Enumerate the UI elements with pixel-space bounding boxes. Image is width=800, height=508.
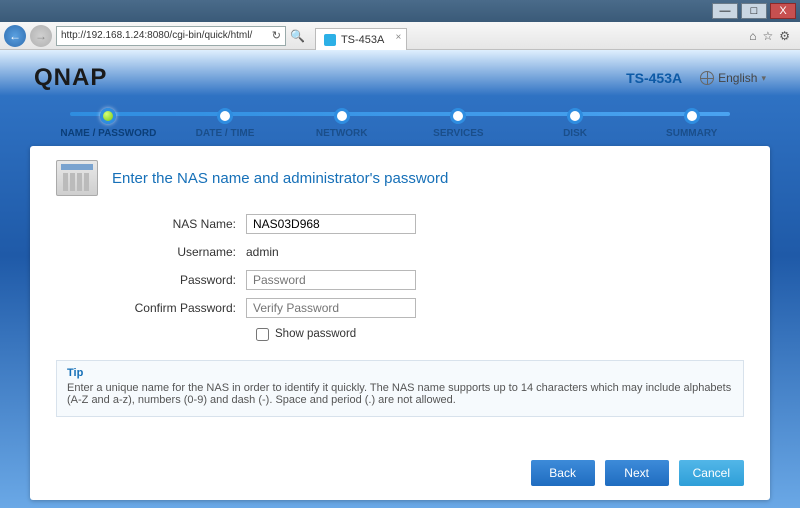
tip-heading: Tip <box>67 367 733 379</box>
step-dot-icon <box>100 108 116 124</box>
wizard-card: Enter the NAS name and administrator's p… <box>30 146 770 500</box>
nas-name-input[interactable] <box>246 214 416 234</box>
step-disk[interactable]: DISK <box>517 108 634 139</box>
show-password-label: Show password <box>275 328 356 340</box>
tip-box: Tip Enter a unique name for the NAS in o… <box>56 360 744 417</box>
language-selector[interactable]: English ▾ <box>700 71 766 85</box>
tip-body: Enter a unique name for the NAS in order… <box>67 382 731 406</box>
card-title: Enter the NAS name and administrator's p… <box>112 170 448 187</box>
step-label: NETWORK <box>283 128 400 139</box>
step-network[interactable]: NETWORK <box>283 108 400 139</box>
chevron-down-icon: ▾ <box>761 73 766 84</box>
wizard-button-row: Back Next Cancel <box>531 460 744 486</box>
username-label: Username: <box>126 245 246 259</box>
home-icon[interactable]: ⌂ <box>749 29 756 43</box>
confirm-password-label: Confirm Password: <box>126 301 246 315</box>
step-date-time[interactable]: DATE / TIME <box>167 108 284 139</box>
settings-gear-icon[interactable]: ⚙ <box>779 29 790 43</box>
brand-logo: QNAP <box>34 64 107 92</box>
step-label: DISK <box>517 128 634 139</box>
step-label: DATE / TIME <box>167 128 284 139</box>
nav-back-button[interactable]: ← <box>4 25 26 47</box>
step-label: SERVICES <box>400 128 517 139</box>
browser-toolbar: ← → http://192.168.1.24:8080/cgi-bin/qui… <box>0 22 800 50</box>
model-label: TS-453A <box>626 70 682 86</box>
step-label: NAME / PASSWORD <box>50 128 167 139</box>
step-services[interactable]: SERVICES <box>400 108 517 139</box>
favicon-icon <box>324 34 336 46</box>
favorites-icon[interactable]: ☆ <box>762 29 773 43</box>
browser-right-tools: ⌂ ☆ ⚙ <box>749 29 796 43</box>
window-minimize-button[interactable]: — <box>712 3 738 19</box>
window-titlebar: — □ X <box>0 0 800 22</box>
tab-close-icon[interactable]: × <box>396 32 402 43</box>
cancel-button[interactable]: Cancel <box>679 460 744 486</box>
url-text: http://192.168.1.24:8080/cgi-bin/quick/h… <box>61 30 252 41</box>
browser-tab[interactable]: TS-453A × <box>315 28 407 50</box>
password-label: Password: <box>126 273 246 287</box>
step-summary[interactable]: SUMMARY <box>633 108 750 139</box>
search-icon[interactable]: 🔍 <box>290 29 305 43</box>
page-header: QNAP TS-453A English ▾ <box>30 56 770 100</box>
next-button[interactable]: Next <box>605 460 669 486</box>
nas-name-label: NAS Name: <box>126 217 246 231</box>
nas-device-icon <box>56 160 98 196</box>
password-input[interactable] <box>246 270 416 290</box>
card-header: Enter the NAS name and administrator's p… <box>56 160 744 196</box>
username-value: admin <box>246 245 279 259</box>
window-maximize-button[interactable]: □ <box>741 3 767 19</box>
wizard-stepper: NAME / PASSWORD DATE / TIME NETWORK SERV… <box>30 100 770 146</box>
step-dot-icon <box>334 108 350 124</box>
setup-form: NAS Name: Username: admin Password: Conf… <box>126 210 744 346</box>
step-label: SUMMARY <box>633 128 750 139</box>
language-label: English <box>718 71 757 85</box>
tab-strip: TS-453A × <box>309 22 745 50</box>
back-button[interactable]: Back <box>531 460 595 486</box>
step-dot-icon <box>684 108 700 124</box>
show-password-checkbox[interactable] <box>256 328 269 341</box>
window-close-button[interactable]: X <box>770 3 796 19</box>
address-bar[interactable]: http://192.168.1.24:8080/cgi-bin/quick/h… <box>56 26 286 46</box>
confirm-password-input[interactable] <box>246 298 416 318</box>
step-dot-icon <box>450 108 466 124</box>
step-dot-icon <box>217 108 233 124</box>
globe-icon <box>700 71 714 85</box>
tab-title: TS-453A <box>341 34 384 46</box>
step-name-password[interactable]: NAME / PASSWORD <box>50 108 167 139</box>
page-body: QNAP TS-453A English ▾ NAME / PASSWORD D… <box>0 50 800 508</box>
refresh-icon[interactable]: ↻ <box>272 29 281 42</box>
step-dot-icon <box>567 108 583 124</box>
nav-forward-button[interactable]: → <box>30 25 52 47</box>
